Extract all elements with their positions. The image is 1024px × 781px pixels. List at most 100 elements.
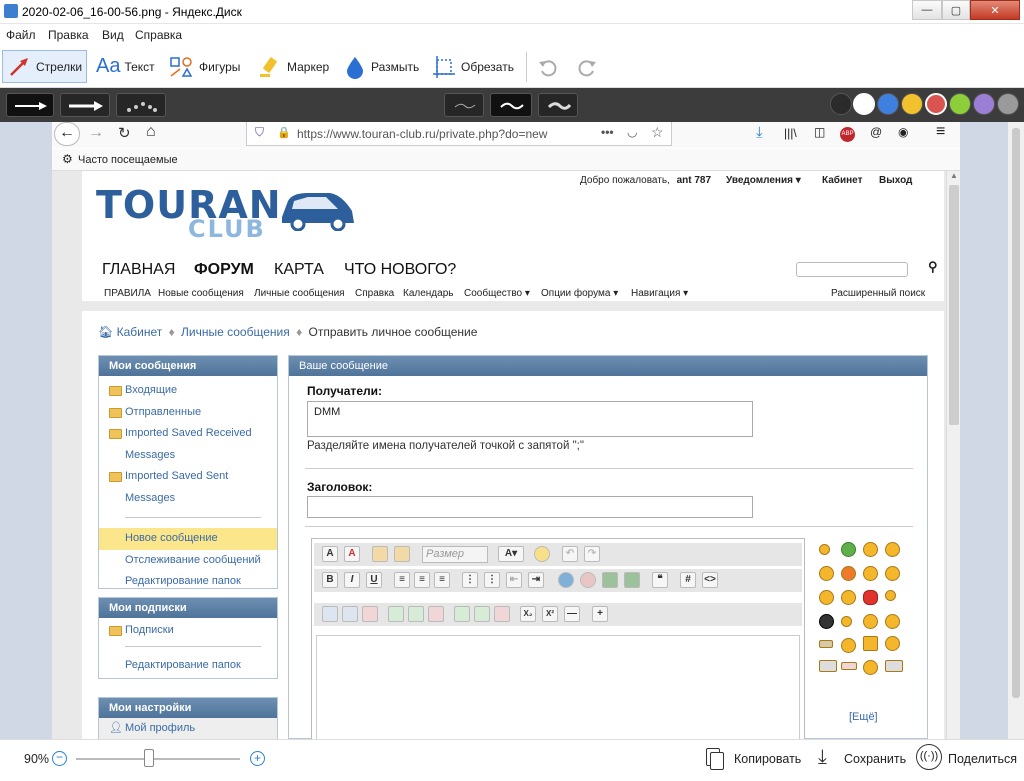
smiley-icon[interactable] xyxy=(534,546,550,562)
superscript-icon[interactable]: X² xyxy=(542,606,558,622)
sidebar-item-sent[interactable]: Отправленные xyxy=(99,402,277,424)
row-insert-icon[interactable] xyxy=(388,606,404,622)
sidebar-item-imported-sent-cont[interactable]: Messages xyxy=(99,488,277,510)
save-button[interactable]: ⤓ Сохранить xyxy=(816,746,916,776)
reload-icon[interactable]: ↻ xyxy=(118,124,131,142)
underline-icon[interactable]: U xyxy=(366,572,382,588)
bookmark-star-icon[interactable]: ☆ xyxy=(651,124,664,141)
smiley-icon[interactable] xyxy=(863,614,878,629)
zoom-out-icon[interactable]: − xyxy=(52,751,67,766)
smiley-icon[interactable] xyxy=(885,566,900,581)
ordered-list-icon[interactable]: ⋮ xyxy=(462,572,478,588)
adblock-icon[interactable]: ABP xyxy=(840,127,855,142)
zoom-in-icon[interactable]: + xyxy=(250,751,265,766)
align-center-icon[interactable]: ≡ xyxy=(414,572,430,588)
image-icon[interactable] xyxy=(602,572,618,588)
hash-icon[interactable]: # xyxy=(680,572,696,588)
home-icon[interactable]: ⌂ xyxy=(146,123,156,141)
copy-button[interactable]: Копировать xyxy=(704,746,804,776)
subnav-rules[interactable]: ПРАВИЛА xyxy=(104,288,151,299)
stroke-medium[interactable] xyxy=(490,93,532,117)
subnav-navigation[interactable]: Навигация ▾ xyxy=(631,288,688,299)
sidebar-item-imported-received-cont[interactable]: Messages xyxy=(99,445,277,467)
smiley-icon[interactable] xyxy=(841,616,852,627)
smiley-icon[interactable] xyxy=(841,638,856,653)
stroke-thick[interactable] xyxy=(538,93,578,117)
smiley-icon[interactable] xyxy=(819,544,830,555)
subnav-private-msgs[interactable]: Личные сообщения xyxy=(254,288,345,299)
search-icon[interactable]: ⚲ xyxy=(928,259,938,275)
arrow-style-thin[interactable] xyxy=(6,93,54,117)
redo-icon[interactable] xyxy=(576,56,598,78)
smiley-icon[interactable] xyxy=(885,590,896,601)
remove-format-icon[interactable]: A xyxy=(344,546,360,562)
smiley-icon[interactable] xyxy=(863,660,878,675)
smiley-icon[interactable] xyxy=(841,590,856,605)
indent-icon[interactable]: ⇥ xyxy=(528,572,544,588)
viewer-scroll-thumb[interactable] xyxy=(1012,128,1020,698)
smiley-icon[interactable] xyxy=(863,566,878,581)
back-icon[interactable]: ← xyxy=(54,122,80,146)
smiley-icon[interactable] xyxy=(885,542,900,557)
smiley-icon[interactable] xyxy=(841,542,856,557)
advanced-search-link[interactable]: Расширенный поиск xyxy=(831,288,925,299)
horizontal-rule-icon[interactable]: — xyxy=(564,606,580,622)
share-button[interactable]: ((·)) Поделиться xyxy=(916,744,1020,778)
color-swatch-gray[interactable] xyxy=(997,93,1019,115)
arrow-style-dotted[interactable] xyxy=(116,93,166,117)
tool-text[interactable]: Aa Текст xyxy=(92,50,159,83)
logout-link[interactable]: Выход xyxy=(879,175,912,186)
undo-icon[interactable]: ↶ xyxy=(562,546,578,562)
smiley-icon[interactable] xyxy=(819,566,834,581)
color-swatch-white[interactable] xyxy=(853,93,875,115)
font-icon[interactable]: A xyxy=(322,546,338,562)
smiley-icon[interactable] xyxy=(863,542,878,557)
row-after-icon[interactable] xyxy=(408,606,424,622)
tool-shapes[interactable]: Фигуры xyxy=(164,50,244,83)
col-delete-icon[interactable] xyxy=(494,606,510,622)
stroke-thin[interactable] xyxy=(444,93,484,117)
sidebar-item-subscriptions[interactable]: Подписки xyxy=(99,620,277,642)
subscript-icon[interactable]: X₂ xyxy=(520,606,536,622)
page-scrollbar[interactable]: ▲ xyxy=(946,171,960,739)
sidebar-item-edit-folders[interactable]: Редактирование папок xyxy=(99,571,277,593)
breadcrumb-mid[interactable]: Личные сообщения xyxy=(181,325,290,339)
zoom-slider-thumb[interactable] xyxy=(144,749,154,767)
col-after-icon[interactable] xyxy=(474,606,490,622)
smiley-icon[interactable] xyxy=(885,614,900,629)
viewer-scrollbar[interactable] xyxy=(1008,122,1024,739)
subnav-help[interactable]: Справка xyxy=(355,288,394,299)
color-swatch-blue[interactable] xyxy=(877,93,899,115)
align-right-icon[interactable]: ≡ xyxy=(434,572,450,588)
sidebar-item-new-message[interactable]: Новое сообщение xyxy=(99,528,277,550)
align-left-icon[interactable]: ≡ xyxy=(394,572,410,588)
heart-icon[interactable] xyxy=(863,590,878,605)
table-delete-icon[interactable] xyxy=(362,606,378,622)
outdent-icon[interactable]: ⇤ xyxy=(506,572,522,588)
col-before-icon[interactable] xyxy=(454,606,470,622)
library-icon[interactable]: |||\ xyxy=(784,126,797,140)
arrow-style-thick[interactable] xyxy=(60,93,110,117)
subnav-community[interactable]: Сообщество ▾ xyxy=(464,288,530,299)
font-color-icon[interactable]: A▾ xyxy=(498,546,524,562)
download-icon[interactable]: ⤓ xyxy=(756,124,763,141)
tool-crop[interactable]: Обрезать xyxy=(428,50,518,83)
cabinet-link[interactable]: Кабинет xyxy=(822,175,862,186)
smiley-icon[interactable] xyxy=(819,590,834,605)
minimize-button[interactable]: — xyxy=(912,0,942,20)
pocket-icon[interactable]: ◡ xyxy=(627,125,637,139)
subject-input[interactable] xyxy=(307,496,753,518)
search-input[interactable] xyxy=(796,262,908,277)
menu-file[interactable]: Файл xyxy=(6,28,36,42)
smiley-icon[interactable] xyxy=(841,566,856,581)
nav-home[interactable]: ГЛАВНАЯ xyxy=(102,261,175,279)
menu-view[interactable]: Вид xyxy=(102,28,124,42)
smiley-icon[interactable] xyxy=(863,636,878,651)
forward-icon[interactable]: → xyxy=(88,124,104,142)
smiley-icon[interactable] xyxy=(819,660,837,672)
extension-icon[interactable]: @ xyxy=(870,125,882,139)
code-icon[interactable]: <> xyxy=(702,572,718,588)
sidebar-item-tracking[interactable]: Отслеживание сообщений xyxy=(99,550,277,572)
font-size-select[interactable]: Размер xyxy=(422,546,488,563)
page-actions-icon[interactable]: ••• xyxy=(601,125,614,139)
